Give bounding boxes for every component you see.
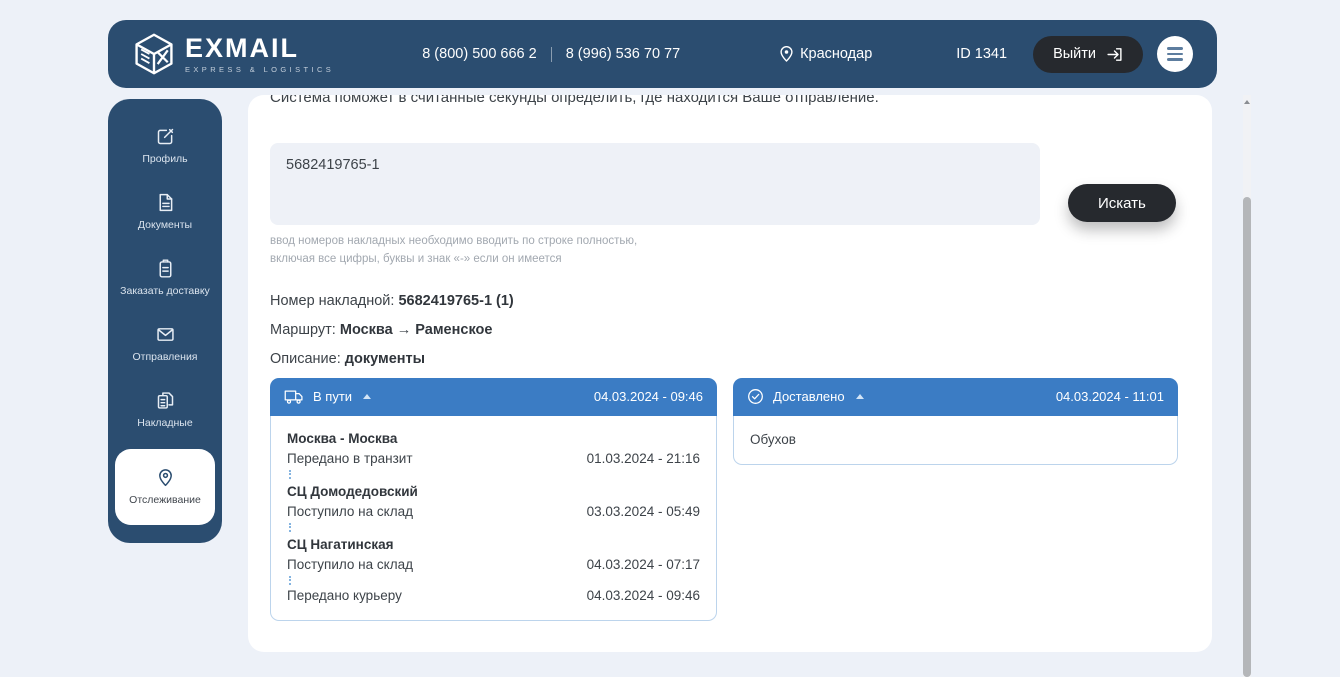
logout-button[interactable]: Выйти (1033, 36, 1143, 73)
hint-line-1: ввод номеров накладных необходимо вводит… (270, 233, 1190, 251)
event-datetime: 04.03.2024 - 07:17 (587, 555, 700, 575)
sidebar-item-tracking[interactable]: Отслеживание (115, 449, 215, 525)
menu-button[interactable] (1157, 36, 1193, 72)
search-row: 5682419765-1 Искать (270, 143, 1190, 225)
event-row: Передано в транзит 01.03.2024 - 21:16 (287, 449, 700, 469)
waybill-line: Номер накладной: 5682419765-1 (1) (270, 287, 1190, 316)
event-place: СЦ Домодедовский (287, 482, 700, 502)
sidebar-item-label: Документы (134, 219, 196, 231)
burger-line (1167, 53, 1183, 55)
search-button[interactable]: Искать (1068, 184, 1176, 222)
route-label: Маршрут: (270, 322, 336, 338)
event-place: СЦ Нагатинская (287, 535, 700, 555)
document-icon (155, 192, 176, 213)
logout-icon (1106, 46, 1123, 63)
user-id: ID 1341 (956, 46, 1007, 62)
location-pin-icon (780, 46, 793, 62)
burger-line (1167, 58, 1183, 60)
logout-label: Выйти (1053, 46, 1096, 62)
sidebar-item-order-delivery[interactable]: Заказать доставку (108, 245, 222, 311)
top-header: EXMAIL EXPRESS & LOGISTICS 8 (800) 500 6… (108, 20, 1217, 88)
sidebar-item-profile[interactable]: Профиль (108, 113, 222, 179)
panel-datetime: 04.03.2024 - 11:01 (1056, 389, 1164, 404)
phone-separator (551, 47, 552, 62)
brand-logo[interactable]: EXMAIL EXPRESS & LOGISTICS (132, 32, 334, 76)
event-row: Поступило на склад 03.03.2024 - 05:49 (287, 502, 700, 522)
sidebar-item-label: Заказать доставку (116, 285, 214, 297)
check-circle-icon (747, 388, 764, 405)
event-place: Москва - Москва (287, 429, 700, 449)
sort-asc-icon (363, 394, 371, 399)
event-row: Обухов (750, 431, 1161, 449)
truck-icon (284, 389, 304, 405)
route-line: Маршрут: Москва → Раменское (270, 316, 1190, 345)
sidebar-item-documents[interactable]: Документы (108, 179, 222, 245)
event-status: Поступило на склад (287, 555, 413, 575)
route-to: Раменское (415, 322, 492, 338)
panel-delivered-body: Обухов (733, 416, 1178, 465)
city-selector[interactable]: Краснодар (780, 46, 872, 62)
panel-in-transit-body: Москва - Москва Передано в транзит 01.03… (270, 416, 717, 621)
sidebar-nav: Профиль Документы Заказать доставку Отпр… (108, 99, 222, 543)
sidebar-item-label: Профиль (138, 153, 191, 165)
phone-primary: 8 (800) 500 666 2 (422, 46, 536, 62)
panel-in-transit: В пути 04.03.2024 - 09:46 Москва - Москв… (270, 378, 717, 621)
timeline-connector (289, 470, 291, 479)
scroll-up-icon[interactable] (1243, 100, 1251, 104)
exmail-cube-icon (132, 32, 176, 76)
event-row: Поступило на склад 04.03.2024 - 07:17 (287, 555, 700, 575)
event-status: Передано курьеру (287, 586, 402, 606)
panel-title: Доставлено (773, 389, 845, 404)
waybill-label: Номер накладной: (270, 293, 394, 309)
event-status: Обухов (750, 431, 796, 449)
panel-datetime: 04.03.2024 - 09:46 (594, 389, 703, 404)
invoices-icon (155, 390, 176, 411)
description-label: Описание: (270, 351, 341, 367)
description-value: документы (345, 351, 425, 367)
route-from: Москва (340, 322, 393, 338)
scrollbar-thumb[interactable] (1243, 197, 1251, 677)
event-datetime: 01.03.2024 - 21:16 (587, 449, 700, 469)
tracking-panel: Система поможет в считанные секунды опре… (248, 95, 1212, 652)
shipment-info: Номер накладной: 5682419765-1 (1) Маршру… (270, 287, 1190, 374)
event-datetime: 03.03.2024 - 05:49 (587, 502, 700, 522)
timeline-connector (289, 523, 291, 532)
event-status: Передано в транзит (287, 449, 413, 469)
brand-name: EXMAIL (185, 35, 334, 62)
waybill-value: 5682419765-1 (1) (398, 293, 513, 309)
brand-tagline: EXPRESS & LOGISTICS (185, 66, 334, 74)
edit-icon (155, 126, 176, 147)
panel-in-transit-header[interactable]: В пути 04.03.2024 - 09:46 (270, 378, 717, 416)
timeline-connector (289, 576, 291, 585)
description-line: Описание: документы (270, 345, 1190, 374)
envelope-icon (155, 324, 176, 345)
sidebar-item-label: Отслеживание (125, 494, 205, 506)
burger-line (1167, 47, 1183, 49)
status-panels: В пути 04.03.2024 - 09:46 Москва - Москв… (270, 378, 1190, 621)
sidebar-item-waybills[interactable]: Накладные (108, 377, 222, 443)
phone-secondary: 8 (996) 536 70 77 (566, 46, 680, 62)
clipboard-icon (155, 258, 176, 279)
event-datetime: 04.03.2024 - 09:46 (587, 586, 700, 606)
input-hint: ввод номеров накладных необходимо вводит… (270, 233, 1190, 269)
event-status: Поступило на склад (287, 502, 413, 522)
panel-title: В пути (313, 389, 352, 404)
pin-icon (155, 467, 176, 488)
sidebar-item-label: Отправления (129, 351, 202, 363)
panel-delivered: Доставлено 04.03.2024 - 11:01 Обухов (733, 378, 1178, 465)
page-scrollbar[interactable] (1243, 95, 1251, 677)
route-arrow: → (397, 322, 412, 338)
sidebar-item-shipments[interactable]: Отправления (108, 311, 222, 377)
tracking-number-input[interactable]: 5682419765-1 (270, 143, 1040, 225)
panel-delivered-header[interactable]: Доставлено 04.03.2024 - 11:01 (733, 378, 1178, 416)
hint-line-2: включая все цифры, буквы и знак «-» если… (270, 251, 1190, 269)
event-row: Передано курьеру 04.03.2024 - 09:46 (287, 586, 700, 606)
sidebar-item-label: Накладные (133, 417, 196, 429)
header-phones: 8 (800) 500 666 2 8 (996) 536 70 77 (422, 46, 680, 62)
sort-asc-icon (856, 394, 864, 399)
intro-text: Система поможет в считанные секунды опре… (270, 95, 1190, 107)
city-label: Краснодар (800, 46, 872, 62)
